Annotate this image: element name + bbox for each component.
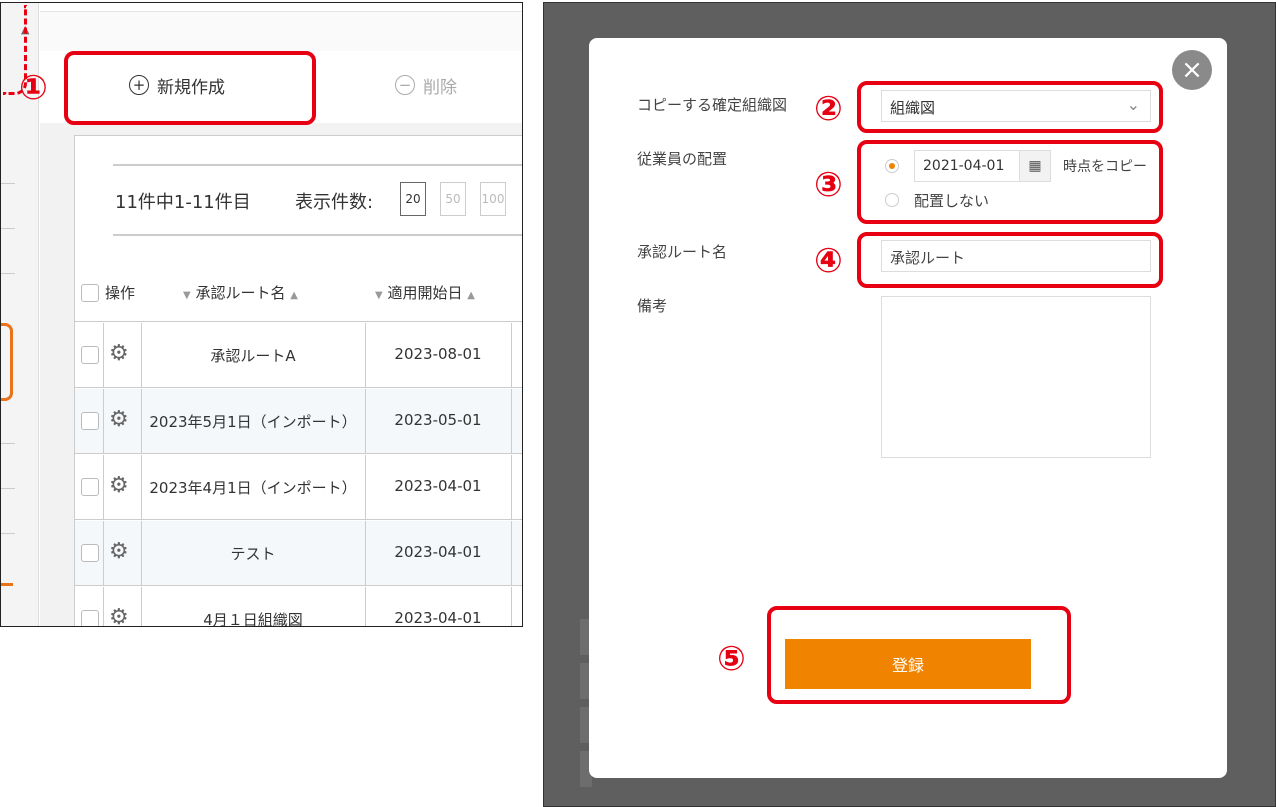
table-row[interactable]: ⚙ 承認ルートA 2023-08-01 bbox=[75, 323, 522, 388]
cell-divider bbox=[511, 587, 512, 626]
header-ops: 操作 bbox=[105, 284, 136, 302]
notes-textarea[interactable] bbox=[881, 296, 1151, 458]
cell-divider bbox=[103, 455, 104, 520]
table-row[interactable]: ⚙ テスト 2023-04-01 bbox=[75, 521, 522, 586]
highlight-new-button bbox=[64, 51, 316, 125]
delete-button-label: 削除 bbox=[423, 77, 457, 98]
cell-divider bbox=[511, 389, 512, 454]
highlight-register bbox=[767, 606, 1071, 704]
cell-divider bbox=[511, 521, 512, 586]
divider bbox=[113, 234, 522, 236]
highlight-placement bbox=[857, 140, 1163, 224]
cell-divider bbox=[103, 389, 104, 454]
top-bar bbox=[40, 11, 522, 53]
annotation-1: ① bbox=[19, 68, 48, 108]
select-all-checkbox[interactable] bbox=[81, 284, 99, 302]
gear-icon[interactable]: ⚙ bbox=[109, 475, 129, 497]
row-start-date: 2023-04-01 bbox=[394, 477, 482, 495]
gear-icon[interactable]: ⚙ bbox=[109, 607, 129, 627]
header-route-name-label: 承認ルート名 bbox=[195, 284, 286, 302]
active-menu-marker bbox=[1, 323, 13, 401]
table-row[interactable]: ⚙ 4月１日組織図 2023-04-01 bbox=[75, 587, 522, 627]
divider bbox=[1, 228, 15, 229]
row-checkbox[interactable] bbox=[81, 346, 99, 364]
row-start-date: 2023-05-01 bbox=[394, 411, 482, 429]
row-checkbox[interactable] bbox=[81, 610, 99, 626]
row-route-name: 2023年5月1日（インポート） bbox=[149, 413, 357, 431]
close-icon[interactable]: × bbox=[1172, 50, 1212, 90]
per-page-label: 表示件数: bbox=[295, 192, 374, 213]
table-row[interactable]: ⚙ 2023年5月1日（インポート） 2023-05-01 bbox=[75, 389, 522, 454]
sort-desc-icon: ▼ bbox=[375, 290, 383, 301]
row-route-name: 承認ルートA bbox=[210, 347, 296, 365]
divider bbox=[1, 183, 15, 184]
annotation-3: ③ bbox=[814, 165, 843, 205]
divider bbox=[113, 164, 522, 166]
row-checkbox[interactable] bbox=[81, 478, 99, 496]
annotation-4: ④ bbox=[814, 241, 843, 281]
divider bbox=[1, 443, 15, 444]
row-start-date: 2023-04-01 bbox=[394, 543, 482, 561]
table-header: 操作 ▼ 承認ルート名 ▲ ▼ 適用開始日 ▲ bbox=[75, 264, 522, 322]
cell-divider bbox=[103, 521, 104, 586]
highlight-route-name bbox=[857, 232, 1163, 288]
cell-divider bbox=[511, 323, 512, 388]
result-count: 11件中1-11件目 bbox=[115, 192, 251, 213]
list-card: 11件中1-11件目 表示件数: 20 50 100 操作 ▼ 承認ルート名 ▲… bbox=[74, 135, 522, 627]
create-dialog: × コピーする確定組織図 組織図 ⌄ 従業員の配置 2021-04-01 ▦ 時… bbox=[589, 38, 1227, 778]
row-start-date: 2023-04-01 bbox=[394, 609, 482, 627]
row-route-name: テスト bbox=[230, 545, 276, 563]
divider bbox=[1, 488, 15, 489]
header-start-date[interactable]: ▼ 適用開始日 ▲ bbox=[375, 282, 475, 303]
divider bbox=[1, 273, 15, 274]
row-start-date: 2023-08-01 bbox=[394, 345, 482, 363]
gear-icon[interactable]: ⚙ bbox=[109, 343, 129, 365]
cell-divider bbox=[103, 587, 104, 626]
annotation-2: ② bbox=[814, 89, 843, 129]
minus-circle-icon: − bbox=[395, 75, 415, 95]
delete-button[interactable]: − 削除 bbox=[395, 65, 475, 105]
sort-asc-icon: ▲ bbox=[467, 290, 475, 301]
row-route-name: 4月１日組織図 bbox=[203, 611, 303, 627]
sort-desc-icon: ▼ bbox=[183, 290, 191, 301]
gear-icon[interactable]: ⚙ bbox=[109, 541, 129, 563]
table-row[interactable]: ⚙ 2023年4月1日（インポート） 2023-04-01 bbox=[75, 455, 522, 520]
highlight-copy-org bbox=[857, 81, 1163, 133]
cell-divider bbox=[103, 323, 104, 388]
list-screen-crop: ▲ + 新規作成 − 削除 11件中1-11件目 表示件数: 20 50 100… bbox=[0, 2, 523, 627]
divider bbox=[1, 533, 15, 534]
cell-divider bbox=[511, 455, 512, 520]
row-route-name: 2023年4月1日（インポート） bbox=[149, 479, 357, 497]
header-start-date-label: 適用開始日 bbox=[387, 284, 463, 302]
copy-org-label: コピーする確定組織図 bbox=[637, 96, 788, 114]
row-checkbox[interactable] bbox=[81, 544, 99, 562]
placement-label: 従業員の配置 bbox=[637, 150, 728, 168]
annotation-5: ⑤ bbox=[717, 639, 746, 679]
sort-asc-icon: ▲ bbox=[290, 290, 298, 301]
gear-icon[interactable]: ⚙ bbox=[109, 409, 129, 431]
route-name-label: 承認ルート名 bbox=[637, 243, 728, 261]
per-page-option-100[interactable]: 100 bbox=[480, 182, 506, 216]
row-checkbox[interactable] bbox=[81, 412, 99, 430]
notes-label: 備考 bbox=[637, 297, 668, 315]
active-menu-underline bbox=[1, 583, 13, 586]
header-route-name[interactable]: ▼ 承認ルート名 ▲ bbox=[183, 282, 298, 303]
modal-screen-crop: × コピーする確定組織図 組織図 ⌄ 従業員の配置 2021-04-01 ▦ 時… bbox=[543, 2, 1276, 807]
per-page-option-50[interactable]: 50 bbox=[440, 182, 466, 216]
per-page-option-20[interactable]: 20 bbox=[400, 182, 426, 216]
